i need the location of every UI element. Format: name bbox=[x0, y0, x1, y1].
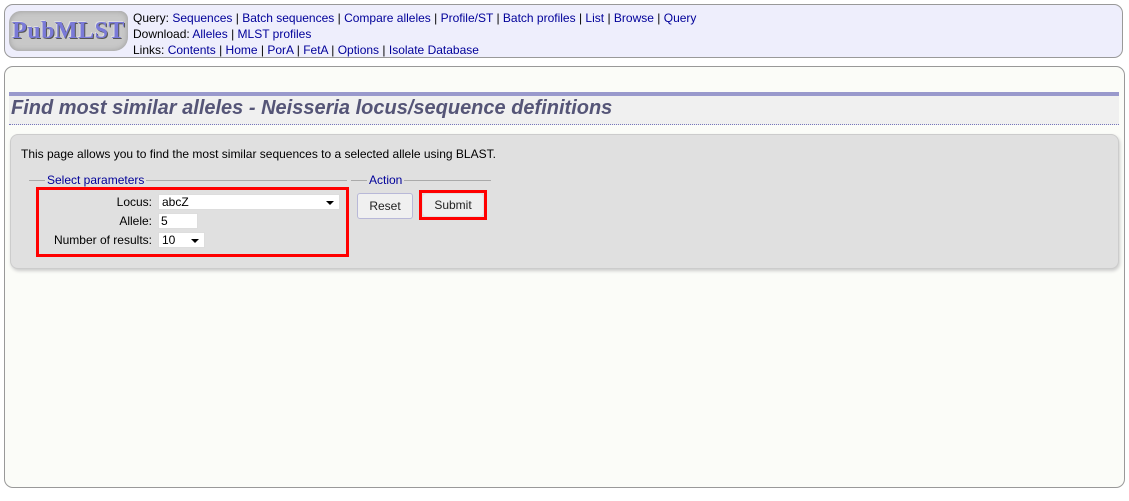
link-browse[interactable]: Browse bbox=[614, 11, 654, 25]
links-row: Links: Contents | Home | PorA | FetA | O… bbox=[133, 43, 479, 57]
link-isolate-database[interactable]: Isolate Database bbox=[389, 43, 479, 57]
link-sequences[interactable]: Sequences bbox=[172, 11, 232, 25]
allele-row: Allele: 5 bbox=[34, 213, 198, 229]
logo-text: PubMLST bbox=[12, 17, 125, 44]
link-contents[interactable]: Contents bbox=[168, 43, 216, 57]
allele-input[interactable]: 5 bbox=[158, 213, 198, 229]
results-row: Number of results: 10 bbox=[34, 232, 205, 248]
link-batch-sequences[interactable]: Batch sequences bbox=[242, 11, 334, 25]
query-form-box: This page allows you to find the most si… bbox=[10, 134, 1119, 269]
link-pora[interactable]: PorA bbox=[267, 43, 293, 57]
allele-value: 5 bbox=[161, 214, 168, 228]
pubmlst-logo[interactable]: PubMLST bbox=[9, 11, 128, 51]
intro-text: This page allows you to find the most si… bbox=[21, 147, 496, 161]
link-alleles[interactable]: Alleles bbox=[192, 27, 227, 41]
download-label: Download: bbox=[133, 27, 190, 41]
link-home[interactable]: Home bbox=[226, 43, 258, 57]
link-profile-st[interactable]: Profile/ST bbox=[441, 11, 493, 25]
results-label: Number of results: bbox=[53, 233, 152, 247]
select-parameters-legend: Select parameters bbox=[47, 173, 145, 187]
link-mlst-profiles[interactable]: MLST profiles bbox=[238, 27, 312, 41]
results-select[interactable]: 10 bbox=[158, 232, 205, 248]
link-feta[interactable]: FetA bbox=[303, 43, 328, 57]
action-legend: Action bbox=[369, 173, 403, 187]
chevron-down-icon bbox=[326, 201, 334, 205]
query-row: Query: Sequences | Batch sequences | Com… bbox=[133, 11, 697, 25]
download-row: Download: Alleles | MLST profiles bbox=[133, 27, 312, 41]
chevron-down-icon bbox=[191, 239, 199, 243]
locus-value: abcZ bbox=[162, 195, 189, 209]
header-panel: PubMLST Query: Sequences | Batch sequenc… bbox=[4, 4, 1123, 58]
locus-label: Locus: bbox=[116, 195, 152, 209]
allele-label: Allele: bbox=[119, 214, 152, 228]
link-query[interactable]: Query bbox=[664, 11, 697, 25]
link-options[interactable]: Options bbox=[338, 43, 379, 57]
main-content: Find most similar alleles - Neisseria lo… bbox=[4, 66, 1125, 488]
locus-row: Locus: abcZ bbox=[34, 194, 340, 210]
page-title: Find most similar alleles - Neisseria lo… bbox=[11, 97, 613, 119]
query-label: Query: bbox=[133, 11, 170, 25]
link-compare-alleles[interactable]: Compare alleles bbox=[344, 11, 431, 25]
link-list[interactable]: List bbox=[585, 11, 604, 25]
results-value: 10 bbox=[162, 233, 176, 247]
submit-button[interactable]: Submit bbox=[423, 194, 483, 216]
links-label: Links: bbox=[133, 43, 165, 57]
locus-select[interactable]: abcZ bbox=[158, 194, 340, 210]
title-bar: Find most similar alleles - Neisseria lo… bbox=[9, 92, 1119, 125]
link-batch-profiles[interactable]: Batch profiles bbox=[503, 11, 576, 25]
nav-menu: Query: Sequences | Batch sequences | Com… bbox=[133, 10, 696, 58]
reset-button[interactable]: Reset bbox=[357, 193, 413, 219]
